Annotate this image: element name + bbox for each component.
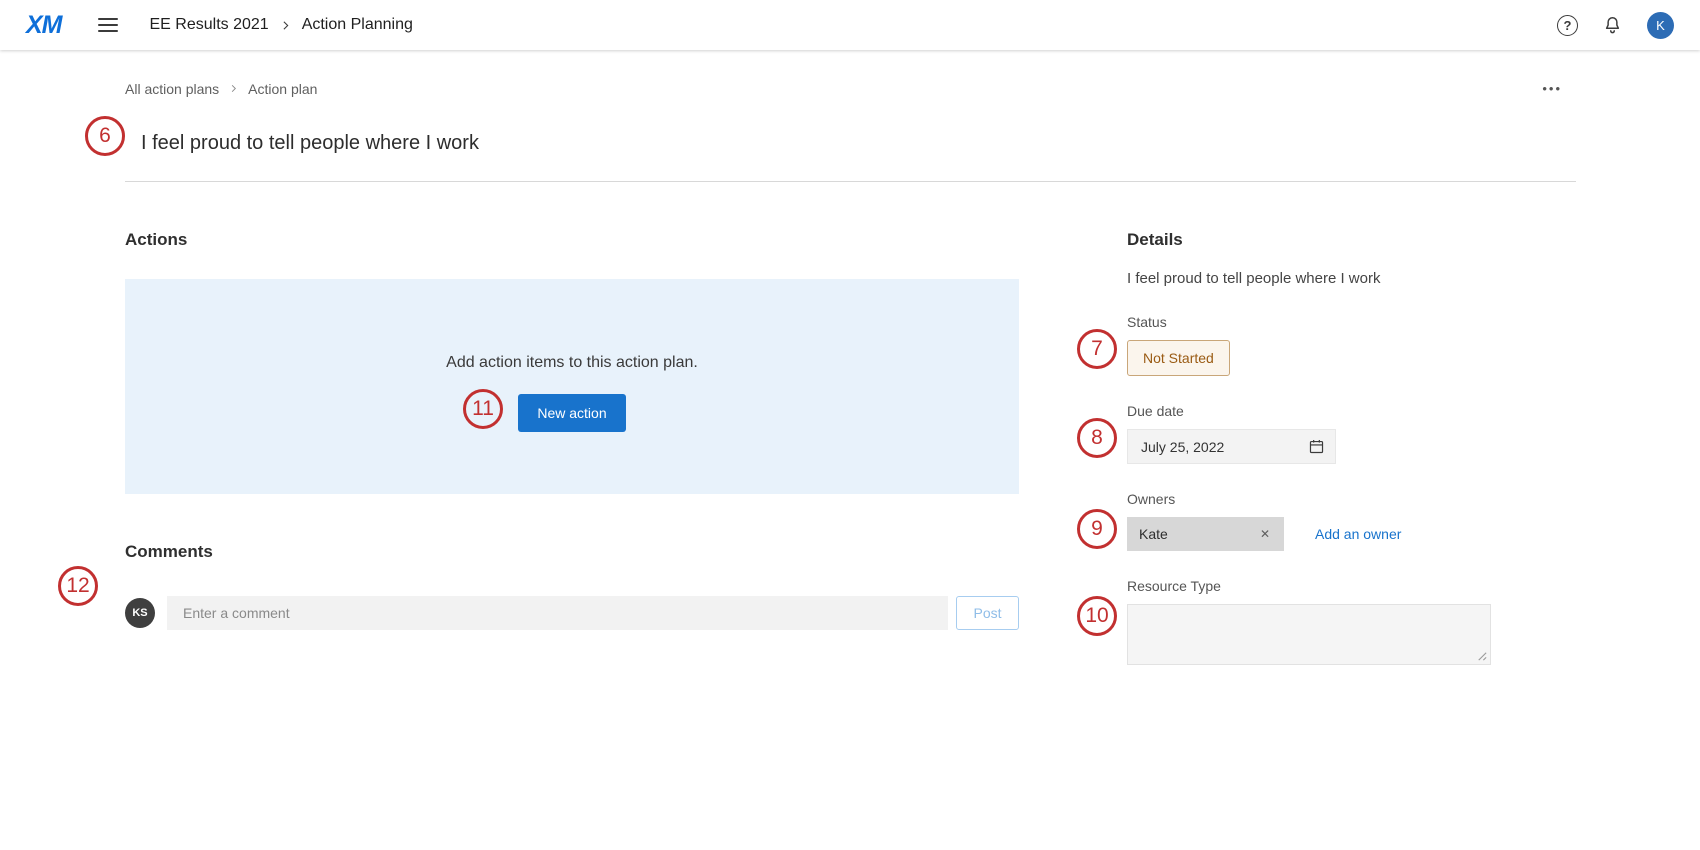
- resource-type-label: Resource Type: [1127, 578, 1576, 594]
- notifications-bell-icon[interactable]: [1602, 15, 1623, 36]
- due-date-value: July 25, 2022: [1141, 439, 1224, 455]
- top-bar: XM EE Results 2021 Action Planning ? K: [0, 0, 1700, 50]
- comment-input[interactable]: [167, 596, 948, 630]
- owners-row: Kate ✕ Add an owner: [1127, 517, 1576, 551]
- page-title: I feel proud to tell people where I work: [141, 132, 1576, 155]
- hamburger-menu-icon[interactable]: [92, 12, 124, 38]
- due-date-input[interactable]: July 25, 2022: [1127, 429, 1336, 464]
- breadcrumb-section[interactable]: Action Planning: [302, 16, 413, 34]
- resource-type-field: [1127, 604, 1491, 665]
- status-dropdown[interactable]: Not Started: [1127, 340, 1230, 376]
- owner-chip[interactable]: Kate ✕: [1127, 517, 1284, 551]
- main-content: All action plans Action plan ••• I feel …: [125, 77, 1576, 665]
- actions-heading: Actions: [125, 230, 1019, 250]
- more-options-icon[interactable]: •••: [1538, 77, 1566, 100]
- chevron-right-icon: [279, 19, 292, 32]
- new-action-button[interactable]: New action: [518, 394, 625, 432]
- comment-avatar: KS: [125, 598, 155, 628]
- topbar-actions: ? K: [1557, 12, 1674, 39]
- actions-empty-state: Add action items to this action plan. Ne…: [125, 279, 1019, 494]
- help-icon[interactable]: ?: [1557, 15, 1578, 36]
- remove-owner-icon[interactable]: ✕: [1258, 525, 1272, 543]
- details-heading: Details: [1127, 230, 1576, 250]
- status-label: Status: [1127, 314, 1576, 330]
- resource-type-textarea[interactable]: [1128, 605, 1490, 664]
- details-description: I feel proud to tell people where I work: [1127, 270, 1576, 287]
- add-owner-link[interactable]: Add an owner: [1315, 526, 1401, 542]
- details-panel: Details I feel proud to tell people wher…: [1127, 182, 1576, 665]
- page-breadcrumb: All action plans Action plan: [125, 81, 317, 97]
- comment-composer: KS Post: [125, 596, 1019, 630]
- breadcrumb-all-action-plans[interactable]: All action plans: [125, 81, 219, 97]
- owner-name: Kate: [1139, 526, 1168, 542]
- owners-label: Owners: [1127, 491, 1576, 507]
- due-date-label: Due date: [1127, 403, 1576, 419]
- actions-empty-message: Add action items to this action plan.: [446, 354, 698, 372]
- actions-section: Actions Add action items to this action …: [125, 182, 1019, 665]
- breadcrumb-project[interactable]: EE Results 2021: [150, 16, 269, 34]
- annotation-6: 6: [85, 116, 125, 156]
- post-comment-button[interactable]: Post: [956, 596, 1019, 630]
- xm-logo: XM: [26, 11, 62, 40]
- topbar-breadcrumb: EE Results 2021 Action Planning: [150, 16, 413, 34]
- page-breadcrumb-row: All action plans Action plan •••: [125, 77, 1576, 100]
- calendar-icon: [1308, 438, 1325, 455]
- annotation-12: 12: [58, 566, 98, 606]
- chevron-right-icon: [228, 83, 239, 94]
- breadcrumb-action-plan[interactable]: Action plan: [248, 81, 317, 97]
- user-avatar[interactable]: K: [1647, 12, 1674, 39]
- comments-heading: Comments: [125, 542, 1019, 562]
